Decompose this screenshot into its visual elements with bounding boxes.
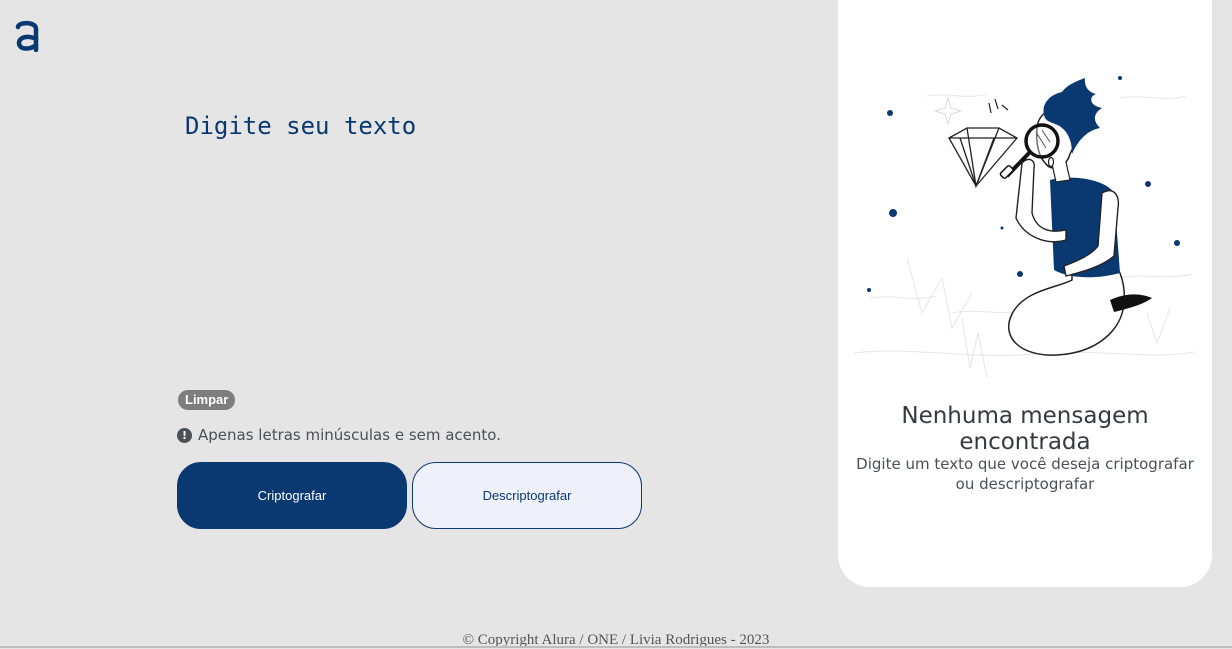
- hint: ! Apenas letras minúsculas e sem acento.: [177, 426, 501, 444]
- clear-button[interactable]: Limpar: [178, 390, 236, 410]
- divider: [0, 646, 1232, 648]
- output-panel: Nenhuma mensagem encontrada Digite um te…: [838, 0, 1212, 587]
- alura-logo-icon[interactable]: [14, 18, 40, 53]
- decrypt-button[interactable]: Descriptografar: [412, 462, 642, 529]
- text-input[interactable]: [185, 112, 655, 362]
- person-with-magnifying-glass-illustration: [853, 76, 1195, 379]
- exclamation-circle-icon: !: [177, 427, 192, 443]
- encrypt-button[interactable]: Criptografar: [177, 462, 407, 529]
- hint-text: Apenas letras minúsculas e sem acento.: [198, 426, 501, 444]
- output-subtitle: Digite um texto que você deseja criptogr…: [856, 455, 1194, 493]
- output-title: Nenhuma mensagem encontrada: [901, 403, 1149, 455]
